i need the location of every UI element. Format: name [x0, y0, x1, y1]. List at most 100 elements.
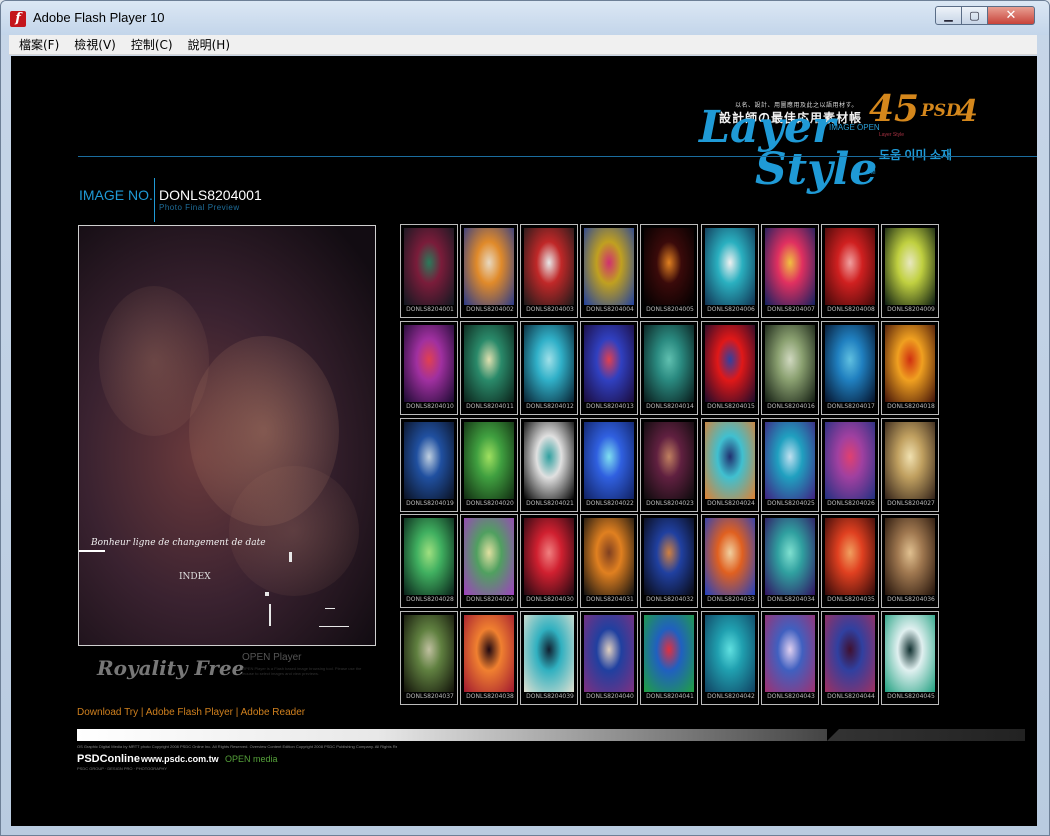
thumbnail-code: DONLS8204042 — [707, 693, 755, 700]
thumbnail-item[interactable]: DONLS8204030 — [520, 514, 578, 608]
thumbnail-item[interactable]: DONLS8204017 — [821, 321, 879, 415]
thumbnail-item[interactable]: DONLS8204016 — [761, 321, 819, 415]
thumbnail-item[interactable]: DONLS8204003 — [520, 224, 578, 318]
thumbnail-item[interactable]: DONLS8204014 — [640, 321, 698, 415]
psdc-logo[interactable]: PSDConline — [77, 753, 140, 765]
title-bar: f Adobe Flash Player 10 ▁ ▢ ✕ — [1, 1, 1049, 35]
thumbnail-item[interactable]: DONLS8204027 — [881, 418, 939, 512]
thumbnail-item[interactable]: DONLS8204015 — [701, 321, 759, 415]
thumbnail-item[interactable]: DONLS8204037 — [400, 611, 458, 705]
thumbnail-image — [705, 615, 755, 692]
thumbnail-item[interactable]: DONLS8204029 — [460, 514, 518, 608]
menu-help[interactable]: 說明(H) — [182, 36, 236, 53]
thumbnail-item[interactable]: DONLS8204008 — [821, 224, 879, 318]
thumbnail-code: DONLS8204013 — [586, 403, 634, 410]
menu-bar: 檔案(F) 檢視(V) 控制(C) 說明(H) — [9, 35, 1037, 55]
preview-highlight — [99, 286, 209, 436]
thumbnail-item[interactable]: DONLS8204042 — [701, 611, 759, 705]
image-number-subtitle: Photo Final Preview — [159, 203, 240, 212]
minimize-button[interactable]: ▁ — [935, 6, 962, 25]
logo-version: 4 — [957, 94, 978, 129]
preview-mark — [265, 592, 269, 596]
thumbnail-image — [524, 228, 574, 305]
thumbnail-item[interactable]: DONLS8204033 — [701, 514, 759, 608]
thumbnail-item[interactable]: DONLS8204025 — [761, 418, 819, 512]
thumbnail-image — [765, 422, 815, 499]
thumbnail-item[interactable]: DONLS8204031 — [580, 514, 638, 608]
thumbnail-item[interactable]: DONLS8204034 — [761, 514, 819, 608]
thumbnail-item[interactable]: DONLS8204044 — [821, 611, 879, 705]
thumbnail-code: DONLS8204038 — [466, 693, 514, 700]
thumbnail-item[interactable]: DONLS8204040 — [580, 611, 638, 705]
thumbnail-item[interactable]: DONLS8204039 — [520, 611, 578, 705]
thumbnail-image — [404, 228, 454, 305]
thumbnail-item[interactable]: DONLS8204038 — [460, 611, 518, 705]
thumbnail-code: DONLS8204023 — [646, 500, 694, 507]
psdc-url[interactable]: www.psdc.com.tw — [141, 754, 219, 764]
preview-mark — [269, 604, 271, 626]
thumbnail-image — [524, 518, 574, 595]
menu-file[interactable]: 檔案(F) — [13, 36, 65, 53]
open-player-label: OPEN Player — [242, 652, 302, 663]
thumbnail-image — [705, 228, 755, 305]
preview-caption: Bonheur ligne de changement de date — [91, 538, 266, 548]
thumbnail-code: DONLS8204020 — [466, 500, 514, 507]
thumbnail-item[interactable]: DONLS8204041 — [640, 611, 698, 705]
preview-mark — [325, 608, 335, 609]
download-links[interactable]: Download Try | Adobe Flash Player | Adob… — [77, 707, 305, 718]
maximize-button[interactable]: ▢ — [961, 6, 988, 25]
thumbnail-item[interactable]: DONLS8204035 — [821, 514, 879, 608]
thumbnail-code: DONLS8204010 — [406, 403, 454, 410]
thumbnail-item[interactable]: DONLS8204005 — [640, 224, 698, 318]
close-button[interactable]: ✕ — [987, 6, 1035, 25]
thumbnail-item[interactable]: DONLS8204045 — [881, 611, 939, 705]
thumbnail-item[interactable]: DONLS8204011 — [460, 321, 518, 415]
thumbnail-code: DONLS8204028 — [406, 596, 454, 603]
thumbnail-code: DONLS8204007 — [767, 306, 815, 313]
menu-control[interactable]: 控制(C) — [125, 36, 179, 53]
thumbnail-code: DONLS8204025 — [767, 500, 815, 507]
thumbnail-item[interactable]: DONLS8204023 — [640, 418, 698, 512]
thumbnail-item[interactable]: DONLS8204013 — [580, 321, 638, 415]
menu-view[interactable]: 檢視(V) — [68, 36, 122, 53]
thumbnail-code: DONLS8204009 — [887, 306, 935, 313]
thumbnail-image — [765, 325, 815, 402]
thumbnail-item[interactable]: DONLS8204024 — [701, 418, 759, 512]
thumbnail-item[interactable]: DONLS8204043 — [761, 611, 819, 705]
thumbnail-code: DONLS8204008 — [827, 306, 875, 313]
thumbnail-item[interactable]: DONLS8204009 — [881, 224, 939, 318]
photo-preview[interactable]: Bonheur ligne de changement de date INDE… — [78, 225, 376, 646]
image-number-label: IMAGE NO. — [79, 187, 153, 203]
thumbnail-item[interactable]: DONLS8204018 — [881, 321, 939, 415]
thumbnail-item[interactable]: DONLS8204002 — [460, 224, 518, 318]
thumbnail-item[interactable]: DONLS8204007 — [761, 224, 819, 318]
thumbnail-code: DONLS8204005 — [646, 306, 694, 313]
thumbnail-code: DONLS8204015 — [707, 403, 755, 410]
thumbnail-code: DONLS8204026 — [827, 500, 875, 507]
thumbnail-code: DONLS8204039 — [526, 693, 574, 700]
thumbnail-image — [464, 518, 514, 595]
open-player-description: OPEN Player is a Flash based image brows… — [242, 666, 362, 676]
thumbnail-item[interactable]: DONLS8204019 — [400, 418, 458, 512]
thumbnail-code: DONLS8204012 — [526, 403, 574, 410]
thumbnail-code: DONLS8204017 — [827, 403, 875, 410]
thumbnail-code: DONLS8204032 — [646, 596, 694, 603]
thumbnail-image — [885, 615, 935, 692]
thumbnail-item[interactable]: DONLS8204004 — [580, 224, 638, 318]
thumbnail-item[interactable]: DONLS8204026 — [821, 418, 879, 512]
thumbnail-item[interactable]: DONLS8204022 — [580, 418, 638, 512]
thumbnail-image — [765, 228, 815, 305]
thumbnail-item[interactable]: DONLS8204010 — [400, 321, 458, 415]
thumbnail-item[interactable]: DONLS8204006 — [701, 224, 759, 318]
thumbnail-image — [404, 518, 454, 595]
thumbnail-item[interactable]: DONLS8204028 — [400, 514, 458, 608]
thumbnail-item[interactable]: DONLS8204036 — [881, 514, 939, 608]
thumbnail-image — [825, 325, 875, 402]
thumbnail-item[interactable]: DONLS8204032 — [640, 514, 698, 608]
thumbnail-item[interactable]: DONLS8204001 — [400, 224, 458, 318]
psdc-subtitle: PSDC GROUP · DESIGN PRO · PHOTOGRAPHY — [77, 766, 168, 771]
thumbnail-item[interactable]: DONLS8204020 — [460, 418, 518, 512]
logo-tiny-text: Layer Style — [879, 132, 905, 138]
thumbnail-item[interactable]: DONLS8204012 — [520, 321, 578, 415]
thumbnail-item[interactable]: DONLS8204021 — [520, 418, 578, 512]
